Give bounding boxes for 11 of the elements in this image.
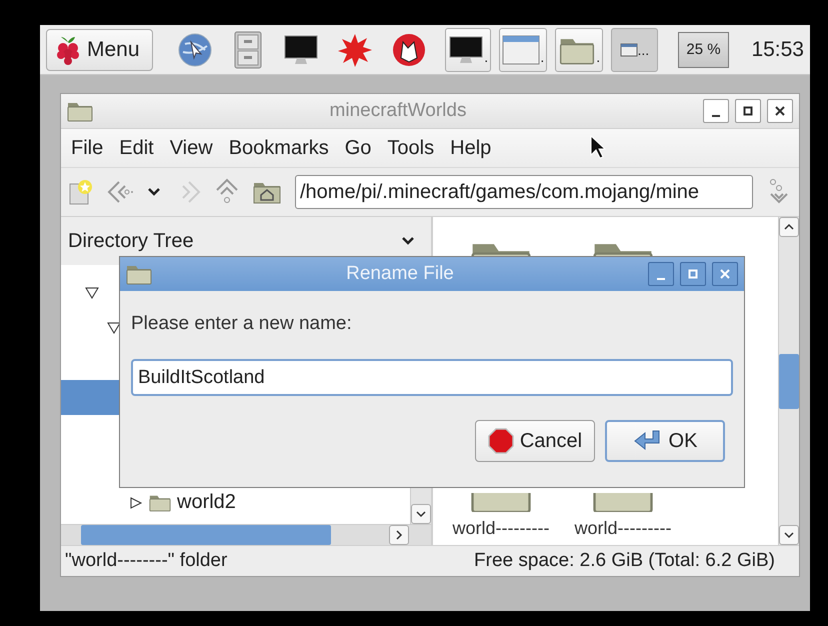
free-space-text: Free space: 2.6 GiB (Total: 6.2 GiB): [474, 550, 775, 572]
cpu-meter: 25 %: [678, 32, 730, 68]
status-text: "world--------" folder: [65, 550, 228, 572]
prompt-text: Please enter a new name:: [131, 313, 353, 335]
clock: 15:53: [751, 38, 804, 62]
window-title: minecraftWorlds: [328, 100, 468, 122]
file-label: world---------: [452, 518, 550, 539]
tree-label: world2: [177, 491, 236, 514]
dialog-title: Rename File: [345, 263, 455, 285]
sidebar-title: Directory Tree: [68, 230, 194, 252]
file-label: world---------: [574, 518, 672, 539]
